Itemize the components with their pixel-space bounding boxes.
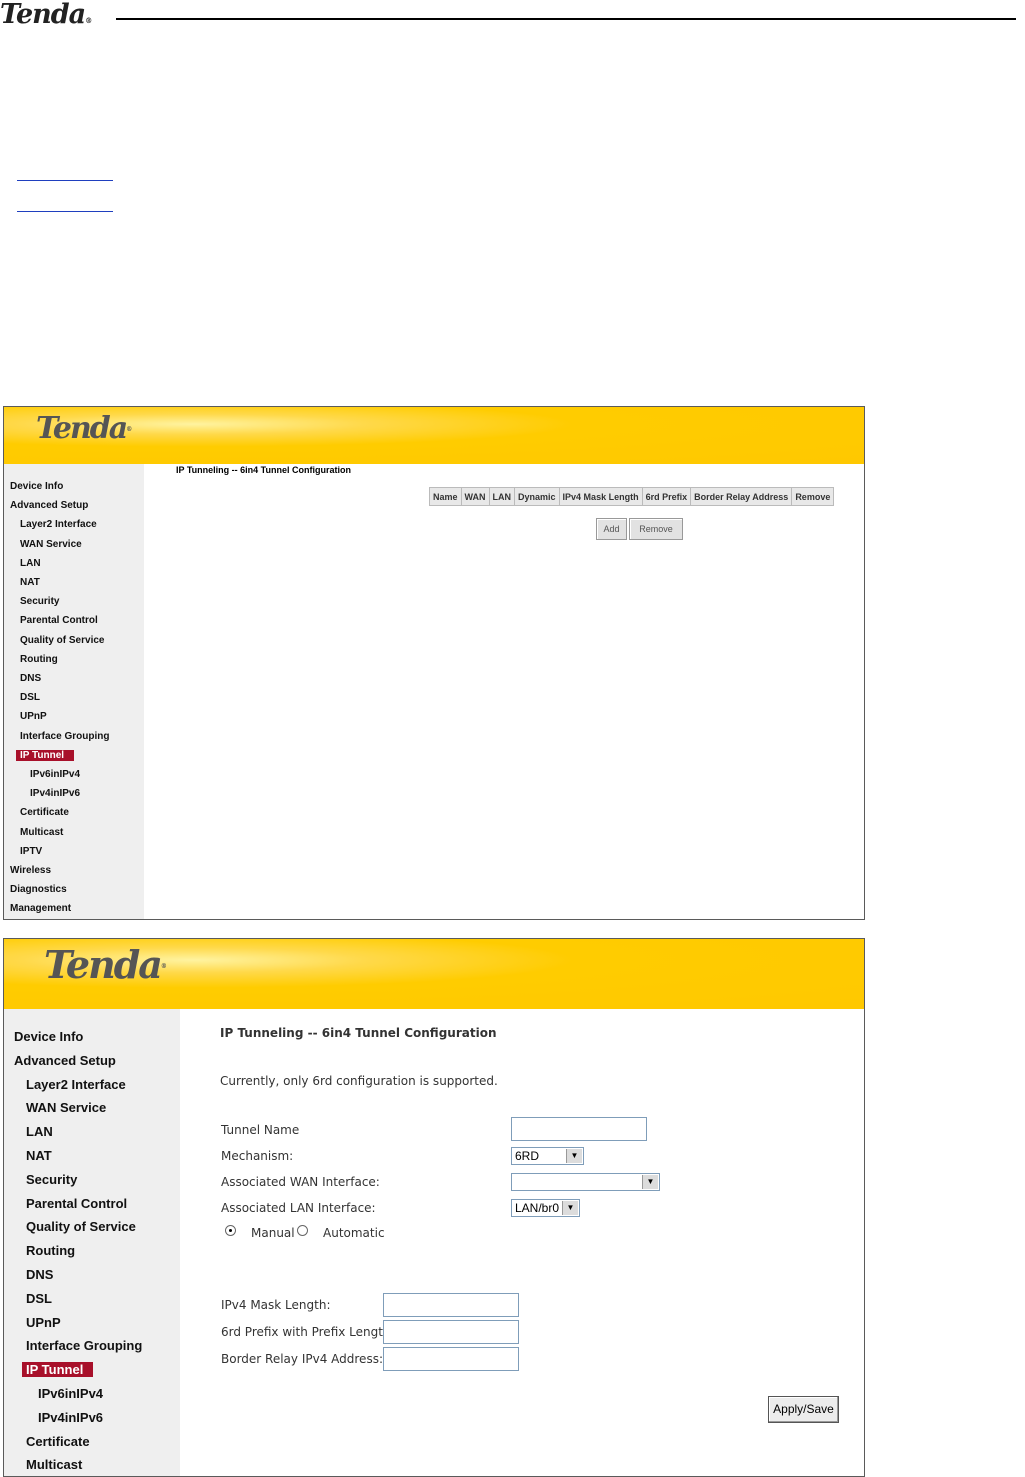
sidebar-item-dns[interactable]: DNS [26,1267,53,1282]
mechanism-value: 6RD [515,1149,540,1163]
sidebar-item-security[interactable]: Security [26,1172,77,1187]
manual-radio[interactable] [225,1225,236,1236]
sidebar-item-parental-control[interactable]: Parental Control [20,615,98,626]
column-header-border-relay-address: Border Relay Address [690,487,793,506]
sidebar-item-routing[interactable]: Routing [26,1243,75,1258]
sidebar-item-layer2-interface[interactable]: Layer2 Interface [20,519,97,530]
banner-logo-text: Tenda [44,942,163,987]
column-header-dynamic: Dynamic [514,487,560,506]
sidebar-item-routing[interactable]: Routing [20,654,58,665]
prefix-label: 6rd Prefix with Prefix Length: [221,1325,395,1339]
banner: Tenda® [4,939,864,1009]
sidebar-item-nat[interactable]: NAT [20,577,40,588]
sidebar-item-security[interactable]: Security [20,596,59,607]
sidebar-item-dsl[interactable]: DSL [26,1291,52,1306]
sidebar-item-multicast[interactable]: Multicast [26,1457,82,1472]
sidebar-item-interface-grouping[interactable]: Interface Grouping [26,1338,142,1353]
sidebar-item-management[interactable]: Management [10,903,71,914]
sidebar-item-quality-of-service[interactable]: Quality of Service [20,635,104,646]
tunnel-name-label: Tunnel Name [221,1123,300,1137]
sidebar-item-dns[interactable]: DNS [20,673,41,684]
manual-label: Manual [251,1226,295,1240]
sidebar-item-upnp[interactable]: UPnP [26,1315,61,1330]
sidebar-item-certificate[interactable]: Certificate [20,807,69,818]
support-note: Currently, only 6rd configuration is sup… [220,1074,498,1088]
wan-interface-label: Associated WAN Interface: [221,1175,380,1189]
sidebar-item-layer2-interface[interactable]: Layer2 Interface [26,1077,126,1092]
mechanism-label: Mechanism: [221,1149,294,1163]
lan-interface-label: Associated LAN Interface: [221,1201,376,1215]
document-logo: Tenda® [0,0,92,30]
sidebar-item-dsl[interactable]: DSL [20,692,40,703]
sidebar-item-lan[interactable]: LAN [20,558,41,569]
screenshot-tunnel-list: Tenda® Device Info Advanced Setup Layer2 I… [3,406,865,920]
document-link-2[interactable] [17,211,113,212]
sidebar-item-ipv6inipv4[interactable]: IPv6inIPv4 [38,1386,103,1401]
mask-length-input[interactable] [383,1293,519,1317]
sidebar-item-wireless[interactable]: Wireless [10,865,51,876]
document-link-1[interactable] [17,180,113,181]
chevron-down-icon: ▼ [642,1175,658,1189]
sidebar-item-iptv[interactable]: IPTV [20,846,42,857]
document-logo-text: Tenda [0,0,86,30]
header-rule [116,18,1016,20]
column-header-6rd-prefix: 6rd Prefix [641,487,692,506]
prefix-input[interactable] [383,1320,519,1344]
relay-address-input[interactable] [383,1347,519,1371]
sidebar-item-ip-tunnel[interactable]: IP Tunnel [16,749,75,761]
table-header-row: Name WAN LAN Dynamic IPv4 Mask Length 6rd Pre… [429,487,835,506]
sidebar-item-wan-service[interactable]: WAN Service [26,1100,106,1115]
page-title: IP Tunneling -- 6in4 Tunnel Configuratio… [220,1026,497,1040]
lan-interface-value: LAN/br0 [515,1201,560,1215]
screenshot-tunnel-config: Tenda® Device Info Advanced Setup Layer2 I… [3,938,865,1477]
sidebar-item-wan-service[interactable]: WAN Service [20,539,82,550]
chevron-down-icon: ▼ [562,1201,578,1215]
column-header-ipv4-mask-length: IPv4 Mask Length [558,487,643,506]
banner-logo-text: Tenda [36,411,128,446]
sidebar-item-parental-control[interactable]: Parental Control [26,1196,127,1211]
banner-logo: Tenda® [44,942,167,987]
sidebar-item-diagnostics[interactable]: Diagnostics [10,884,67,895]
sidebar-item-upnp[interactable]: UPnP [20,711,47,722]
sidebar-item-quality-of-service[interactable]: Quality of Service [26,1219,136,1234]
relay-address-label: Border Relay IPv4 Address: [221,1352,383,1366]
page-title: IP Tunneling -- 6in4 Tunnel Configuratio… [176,465,351,475]
wan-interface-select[interactable]: ▼ [511,1173,660,1191]
column-header-name: Name [429,487,462,506]
sidebar-item-advanced-setup[interactable]: Advanced Setup [14,1053,116,1068]
sidebar-item-ipv6inipv4[interactable]: IPv6inIPv4 [30,769,80,780]
sidebar-item-lan[interactable]: LAN [26,1124,53,1139]
tunnel-table: Name WAN LAN Dynamic IPv4 Mask Length 6rd Pre… [429,487,835,506]
apply-save-button[interactable]: Apply/Save [768,1396,839,1423]
banner-logo-mark: ® [160,963,167,971]
sidebar-item-interface-grouping[interactable]: Interface Grouping [20,731,109,742]
tunnel-name-input[interactable] [511,1117,647,1141]
banner: Tenda® [4,407,864,464]
column-header-wan: WAN [460,487,490,506]
sidebar-item-ipv4inipv6[interactable]: IPv4inIPv6 [38,1410,103,1425]
sidebar-item-multicast[interactable]: Multicast [20,827,63,838]
banner-logo-mark: ® [126,426,132,433]
sidebar-item-advanced-setup[interactable]: Advanced Setup [10,500,88,511]
automatic-radio[interactable] [297,1225,308,1236]
add-button[interactable]: Add [596,518,627,540]
sidebar-item-ip-tunnel[interactable]: IP Tunnel [22,1362,94,1378]
sidebar-item-device-info[interactable]: Device Info [14,1029,83,1044]
banner-logo: Tenda® [36,411,132,446]
lan-interface-select[interactable]: LAN/br0 ▼ [511,1199,580,1217]
automatic-label: Automatic [323,1226,385,1240]
document-logo-mark: ® [85,16,92,25]
sidebar-item-certificate[interactable]: Certificate [26,1434,90,1449]
chevron-down-icon: ▼ [566,1149,582,1163]
mechanism-select[interactable]: 6RD ▼ [511,1147,584,1165]
column-header-lan: LAN [488,487,516,506]
sidebar-item-nat[interactable]: NAT [26,1148,52,1163]
column-header-remove: Remove [791,487,835,506]
mask-length-label: IPv4 Mask Length: [221,1298,331,1312]
sidebar-item-device-info[interactable]: Device Info [10,481,63,492]
remove-button[interactable]: Remove [629,518,683,540]
sidebar-item-ipv4inipv6[interactable]: IPv4inIPv6 [30,788,80,799]
